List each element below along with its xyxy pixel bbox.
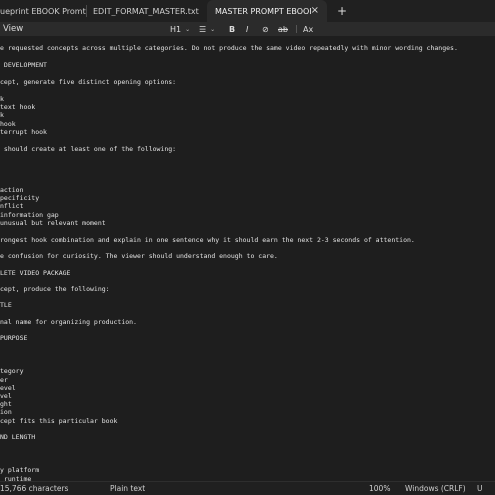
document-line: LETE VIDEO PACKAGE bbox=[0, 269, 71, 277]
toolbar: View H1 ⌄ ☰ ⌄ B I ⊘ ab Ax bbox=[0, 22, 495, 36]
tab-bar: ueprint EBOOK Promt.txt EDIT_FORMAT_MAST… bbox=[0, 0, 495, 22]
zoom-level[interactable]: 100% bbox=[369, 482, 390, 495]
document-line: k bbox=[0, 95, 4, 103]
document-line: terrupt hook bbox=[0, 128, 47, 136]
document-line: vel bbox=[0, 392, 12, 400]
document-line: ion bbox=[0, 408, 12, 416]
document-line: e confusion for curiosity. The viewer sh… bbox=[0, 252, 278, 260]
document-line: cept fits this particular book bbox=[0, 417, 118, 425]
document-line: tegory bbox=[0, 367, 24, 375]
document-line: rongest hook combination and explain in … bbox=[0, 236, 415, 244]
view-menu[interactable]: View bbox=[3, 22, 23, 36]
document-line: DEVELOPMENT bbox=[0, 61, 47, 69]
heading-label: H1 bbox=[170, 24, 182, 34]
text-editor[interactable]: e requested concepts across multiple cat… bbox=[0, 36, 495, 481]
status-bar: 15,766 characters Plain text 100% Window… bbox=[0, 481, 495, 495]
document-line: er bbox=[0, 376, 8, 384]
document-line: information gap bbox=[0, 211, 59, 219]
document-line: hook bbox=[0, 120, 16, 128]
new-tab-button[interactable]: + bbox=[327, 0, 357, 22]
document-line: ght bbox=[0, 400, 12, 408]
clear-formatting-button[interactable]: Ax bbox=[303, 22, 313, 36]
document-line: nal name for organizing production. bbox=[0, 318, 137, 326]
document-line: cept, generate five distinct opening opt… bbox=[0, 78, 177, 86]
tab-label: EDIT_FORMAT_MASTER.txt bbox=[93, 6, 199, 16]
tab-blueprint-ebook-promt[interactable]: ueprint EBOOK Promt.txt bbox=[0, 0, 86, 22]
list-dropdown[interactable]: ☰ ⌄ bbox=[199, 22, 215, 36]
document-line: nflict bbox=[0, 202, 24, 210]
toolbar-divider bbox=[296, 25, 297, 33]
strikethrough-button[interactable]: ab bbox=[278, 22, 288, 36]
tab-label: MASTER PROMPT EBOOK-TC bbox=[215, 6, 311, 16]
list-icon: ☰ bbox=[199, 24, 207, 34]
document-line: unusual but relevant moment bbox=[0, 219, 106, 227]
format-indicator[interactable]: Plain text bbox=[110, 482, 145, 495]
tab-master-prompt-ebook[interactable]: MASTER PROMPT EBOOK-TC × bbox=[207, 0, 327, 22]
document-line: ND LENGTH bbox=[0, 433, 36, 441]
document-line: cept, produce the following: bbox=[0, 285, 110, 293]
document-line: k bbox=[0, 111, 4, 119]
document-line: y platform bbox=[0, 466, 40, 474]
document-line: should create at least one of the follow… bbox=[0, 145, 177, 153]
chevron-down-icon: ⌄ bbox=[185, 25, 191, 33]
tab-edit-format-master[interactable]: EDIT_FORMAT_MASTER.txt bbox=[87, 0, 207, 22]
document-line: text hook bbox=[0, 103, 36, 111]
bold-button[interactable]: B bbox=[229, 22, 235, 36]
italic-button[interactable]: I bbox=[246, 22, 248, 36]
link-icon[interactable]: ⊘ bbox=[262, 22, 269, 36]
character-count: 15,766 characters bbox=[0, 484, 69, 493]
document-line: TLE bbox=[0, 301, 12, 309]
chevron-down-icon: ⌄ bbox=[210, 25, 216, 33]
document-line: PURPOSE bbox=[0, 334, 28, 342]
document-line: action bbox=[0, 186, 24, 194]
line-ending-indicator[interactable]: Windows (CRLF) bbox=[405, 482, 466, 495]
heading-dropdown[interactable]: H1 ⌄ bbox=[170, 22, 190, 36]
document-line: evel bbox=[0, 384, 16, 392]
encoding-indicator[interactable]: U bbox=[477, 482, 483, 495]
tab-label: ueprint EBOOK Promt.txt bbox=[0, 6, 86, 16]
document-line: pecificity bbox=[0, 194, 40, 202]
close-icon[interactable]: × bbox=[311, 5, 319, 16]
document-line: e requested concepts across multiple cat… bbox=[0, 44, 458, 52]
